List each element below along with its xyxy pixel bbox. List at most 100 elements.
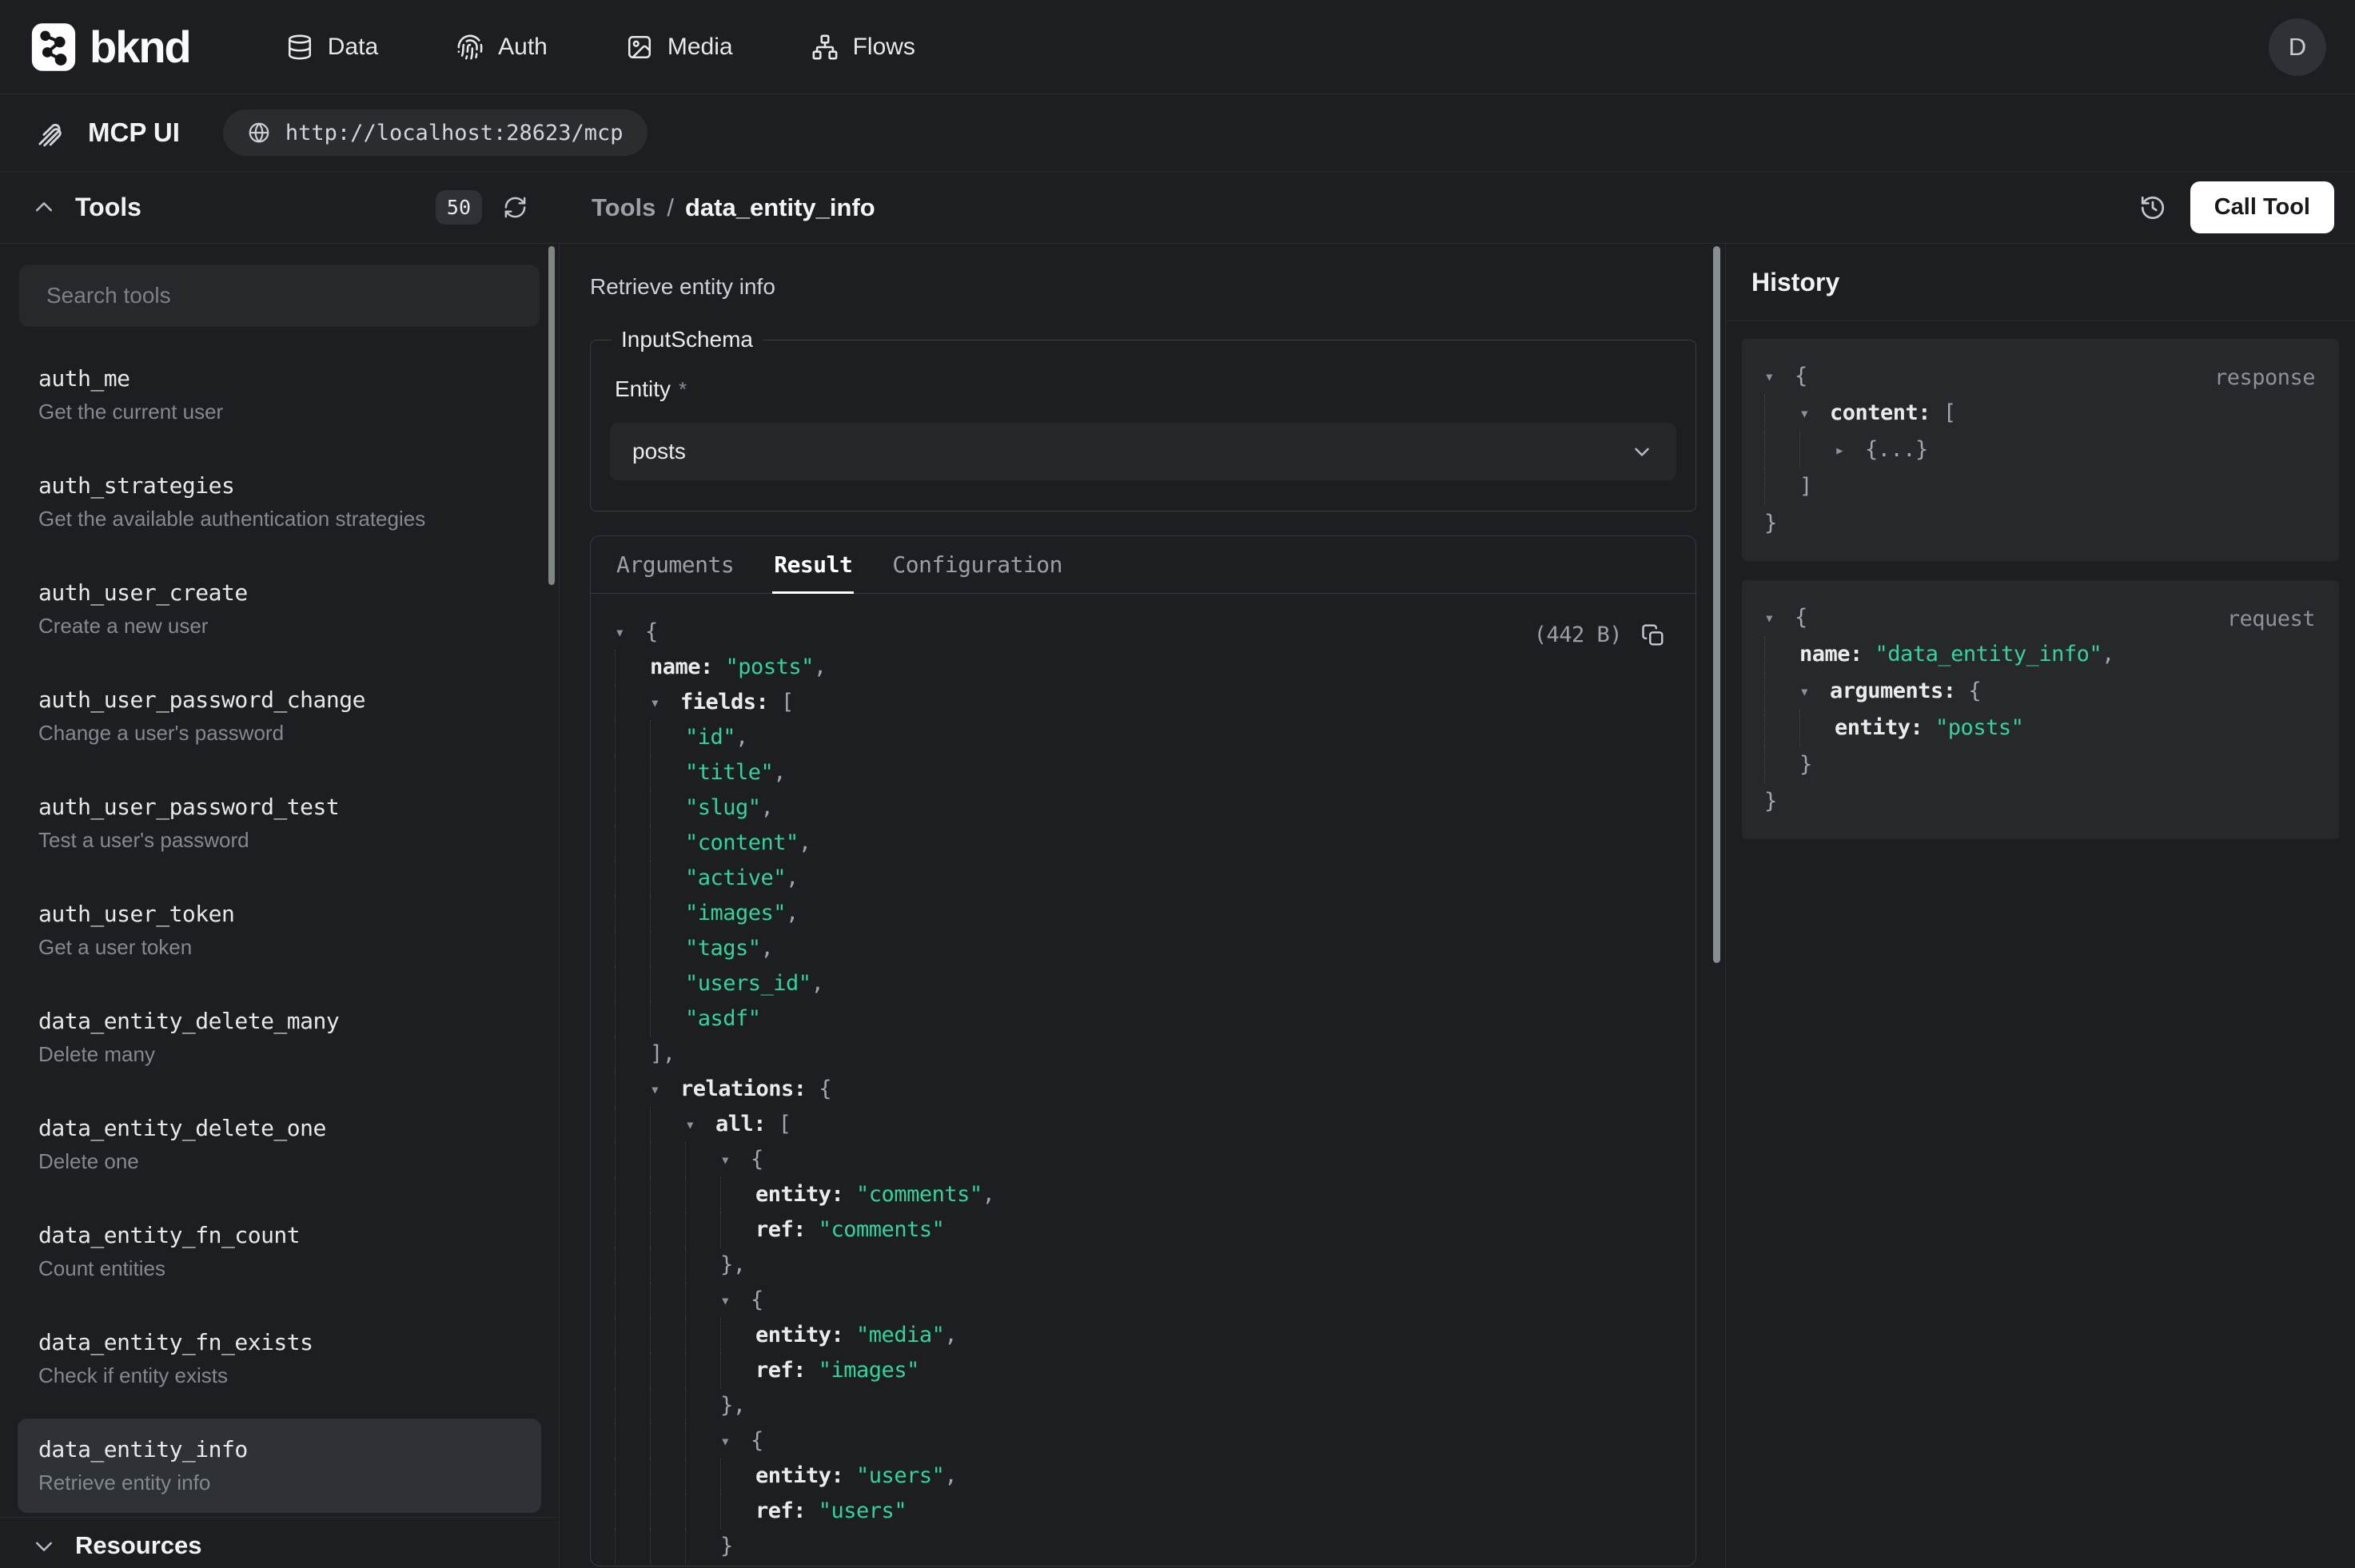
tool-item-auth_user_password_change[interactable]: auth_user_password_changeChange a user's… (18, 669, 541, 763)
chevron-up-icon[interactable] (32, 196, 56, 220)
json-line: name: "posts", (615, 650, 1672, 685)
mcp-url-pill[interactable]: http://localhost:28623/mcp (223, 109, 648, 156)
sidebar: auth_meGet the current user auth_strategi… (0, 244, 560, 1568)
collapse-toggle-icon[interactable]: ▾ (1799, 395, 1830, 432)
breadcrumb-section[interactable]: Tools (592, 193, 655, 222)
json-line: ], (615, 1037, 1672, 1072)
tool-item-auth_strategies[interactable]: auth_strategiesGet the available authent… (18, 455, 541, 549)
brand[interactable]: bknd (29, 21, 190, 73)
tool-item-auth_user_create[interactable]: auth_user_createCreate a new user (18, 562, 541, 656)
json-line: ▾fields: [ (615, 685, 1672, 720)
tool-name: data_entity_info (38, 1436, 520, 1463)
refresh-icon[interactable] (503, 195, 528, 220)
collapse-toggle-icon[interactable]: ▾ (720, 1142, 751, 1177)
tools-title: Tools (75, 193, 141, 222)
tool-item-data_entity_delete_many[interactable]: data_entity_delete_manyDelete many (18, 990, 541, 1084)
search-input[interactable] (19, 265, 540, 327)
json-token-key: ref: (755, 1212, 819, 1248)
nav-item-media[interactable]: Media (626, 34, 733, 61)
json-line: "slug", (615, 790, 1672, 826)
call-tool-button[interactable]: Call Tool (2190, 181, 2334, 233)
tab-result[interactable]: Result (772, 536, 854, 593)
collapse-toggle-icon[interactable]: ▾ (650, 685, 680, 720)
indent-guide (685, 1142, 720, 1177)
tool-item-data_entity_info[interactable]: data_entity_infoRetrieve entity info (18, 1419, 541, 1513)
history-icon[interactable] (2139, 194, 2166, 221)
collapse-toggle-icon[interactable]: ▾ (685, 1107, 715, 1142)
json-line: "active", (615, 861, 1672, 896)
collapse-toggle-icon[interactable]: ▾ (1764, 358, 1795, 395)
indent-guide (615, 755, 650, 790)
nav-item-label: Data (328, 34, 378, 61)
json-token-str: "images" (685, 896, 786, 931)
expand-toggle-icon[interactable]: ▸ (1835, 432, 1865, 468)
indent-guide (1764, 395, 1799, 432)
tool-item-auth_me[interactable]: auth_meGet the current user (18, 348, 541, 442)
indent-guide (650, 755, 685, 790)
json-token-str: "content" (685, 826, 799, 861)
nav-item-flows[interactable]: Flows (811, 34, 915, 61)
tool-item-auth_user_password_test[interactable]: auth_user_password_testTest a user's pas… (18, 776, 541, 870)
result-json: (442 B) ▾{name: "posts",▾fields: ["id","… (591, 594, 1696, 1566)
json-token-key: name: (1799, 636, 1875, 673)
tab-arguments[interactable]: Arguments (615, 536, 735, 593)
collapse-toggle-icon[interactable]: ▾ (720, 1283, 751, 1318)
nav-item-data[interactable]: Data (286, 34, 378, 61)
json-token-str: "comments" (819, 1212, 945, 1248)
tab-configuration[interactable]: Configuration (891, 536, 1064, 593)
indent-guide (720, 1212, 755, 1248)
breadcrumb: Tools / data_entity_info (592, 193, 875, 222)
json-line: "content", (615, 826, 1672, 861)
tool-name: data_entity_fn_count (38, 1222, 520, 1248)
json-token-punc: , (944, 1459, 957, 1494)
json-token-punc: } (1799, 746, 1812, 783)
indent-guide (685, 1177, 720, 1212)
json-token-punc: , (761, 931, 774, 966)
tool-item-data_entity_fn_exists[interactable]: data_entity_fn_existsCheck if entity exi… (18, 1311, 541, 1406)
mcp-url: http://localhost:28623/mcp (285, 121, 624, 145)
json-token-str: "posts" (726, 650, 814, 685)
indent-guide (650, 931, 685, 966)
main-scrollbar[interactable] (1713, 246, 1720, 963)
json-line: ▾arguments: { (1764, 673, 2317, 710)
tool-name: data_entity_delete_one (38, 1115, 520, 1141)
resources-section-header[interactable]: Resources (0, 1517, 558, 1568)
json-token-punc: { (1795, 599, 1807, 636)
history-cards: response▾{▾content: [▸{...}]}request▾{na… (1726, 321, 2355, 857)
entity-select[interactable]: posts (610, 423, 1676, 480)
tool-item-data_entity_delete_one[interactable]: data_entity_delete_oneDelete one (18, 1097, 541, 1192)
indent-guide (1764, 636, 1799, 673)
sidebar-scrollbar[interactable] (548, 246, 555, 585)
history-entry-request[interactable]: request▾{name: "data_entity_info",▾argum… (1742, 580, 2339, 839)
tool-name: auth_user_password_change (38, 686, 520, 713)
result-size: (442 B) (1534, 618, 1622, 653)
tool-item-data_entity_fn_count[interactable]: data_entity_fn_countCount entities (18, 1204, 541, 1299)
copy-icon[interactable] (1641, 623, 1665, 647)
indent-guide (615, 1212, 650, 1248)
indent-guide (615, 826, 650, 861)
indent-guide (720, 1494, 755, 1529)
indent-guide (615, 1459, 650, 1494)
nav-item-auth[interactable]: Auth (456, 34, 548, 61)
tool-description: Retrieve entity info (590, 274, 1725, 300)
brand-text: bknd (90, 21, 190, 73)
json-token-punc: , (773, 755, 786, 790)
json-token-key: arguments: (1830, 673, 1968, 710)
tool-name: data_entity_delete_many (38, 1008, 520, 1034)
json-line: entity: "posts" (1764, 710, 2317, 746)
collapse-toggle-icon[interactable]: ▾ (1799, 673, 1830, 710)
history-entry-response[interactable]: response▾{▾content: [▸{...}]} (1742, 339, 2339, 561)
avatar[interactable]: D (2269, 18, 2326, 76)
collapse-toggle-icon[interactable]: ▾ (615, 615, 645, 650)
tool-item-auth_user_token[interactable]: auth_user_tokenGet a user token (18, 883, 541, 977)
json-token-punc: { (1968, 673, 1981, 710)
indent-guide (650, 1388, 685, 1423)
collapse-toggle-icon[interactable]: ▾ (1764, 599, 1795, 636)
collapse-toggle-icon[interactable]: ▾ (650, 1072, 680, 1107)
json-token-punc: , (786, 861, 799, 896)
input-schema-legend: InputSchema (612, 327, 763, 352)
indent-guide (650, 720, 685, 755)
collapse-toggle-icon[interactable]: ▾ (720, 1423, 751, 1459)
indent-guide (615, 1423, 650, 1459)
indent-guide (1799, 432, 1835, 468)
